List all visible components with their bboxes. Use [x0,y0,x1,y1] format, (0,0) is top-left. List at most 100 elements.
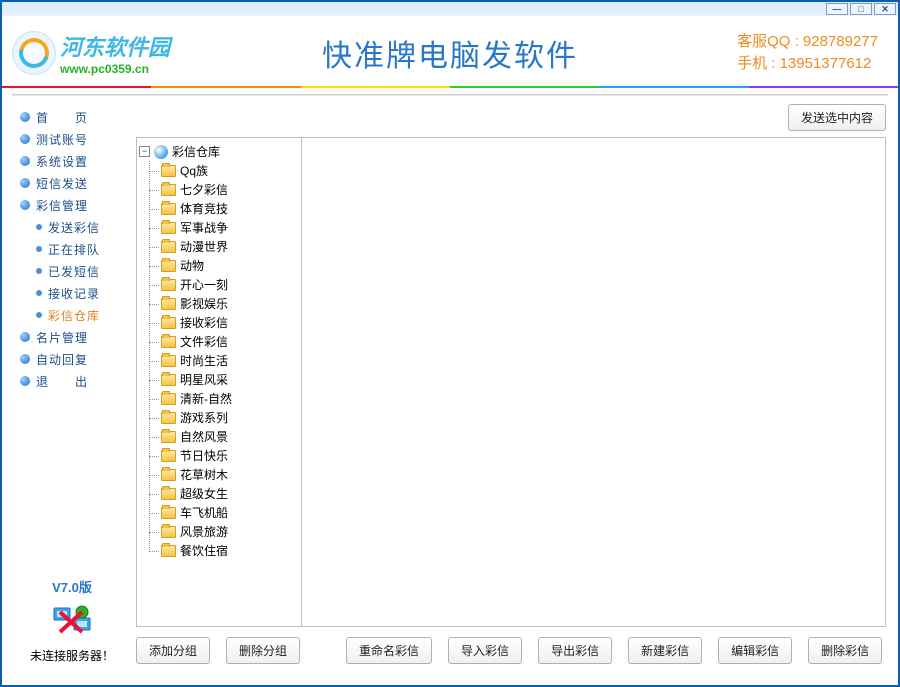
tree-item[interactable]: 七夕彩信 [161,180,299,199]
new-mms-button[interactable]: 新建彩信 [628,637,702,664]
tree-item[interactable]: 节日快乐 [161,446,299,465]
folder-icon [161,222,176,234]
tree-item[interactable]: 自然风景 [161,427,299,446]
header: 河东软件园 www.pc0359.cn 快准牌电脑发软件 客服QQ : 9287… [2,16,898,86]
folder-icon [161,526,176,538]
minimize-button[interactable]: — [826,3,848,15]
tree-item-label: 体育竞技 [180,200,228,217]
tree-item-label: 时尚生活 [180,352,228,369]
sidebar-item[interactable]: 发送彩信 [18,216,126,238]
sidebar-item[interactable]: 退 出 [18,370,126,392]
tree-item[interactable]: 文件彩信 [161,332,299,351]
sidebar-item[interactable]: 正在排队 [18,238,126,260]
bullet-icon [20,178,30,188]
folder-icon [161,336,176,348]
folder-icon [161,317,176,329]
tree-item-label: 清新-自然 [180,390,232,407]
sidebar-item[interactable]: 接收记录 [18,282,126,304]
send-selected-button[interactable]: 发送选中内容 [788,104,886,131]
sidebar-item-label: 短信发送 [36,175,88,192]
bullet-icon [20,376,30,386]
tree-item[interactable]: 车飞机船 [161,503,299,522]
bottom-toolbar: 添加分组 删除分组 重命名彩信 导入彩信 导出彩信 新建彩信 编辑彩信 删除彩信 [136,627,886,664]
sidebar-item[interactable]: 测试账号 [18,128,126,150]
sidebar-item[interactable]: 自动回复 [18,348,126,370]
app-title: 快准牌电脑发软件 [322,31,578,75]
tree-item-label: 接收彩信 [180,314,228,331]
sidebar-item-label: 接收记录 [48,285,100,302]
tree-item[interactable]: 影视娱乐 [161,294,299,313]
tree-item[interactable]: 超级女生 [161,484,299,503]
tree-item[interactable]: 开心一刻 [161,275,299,294]
tree-item-label: 花草树木 [180,466,228,483]
version-label: V7.0版 [18,577,126,602]
tree-item[interactable]: 花草树木 [161,465,299,484]
preview-pane [302,138,885,626]
bullet-icon [20,332,30,342]
tree-item-label: 明星风采 [180,371,228,388]
rename-mms-button[interactable]: 重命名彩信 [346,637,432,664]
tree-item-label: 自然风景 [180,428,228,445]
tree-item-label: 节日快乐 [180,447,228,464]
tree-item[interactable]: 明星风采 [161,370,299,389]
titlebar: — □ ✕ [2,2,898,16]
bullet-icon [20,156,30,166]
folder-icon [161,488,176,500]
connection-status-text: 未连接服务器！ [18,647,126,674]
import-mms-button[interactable]: 导入彩信 [448,637,522,664]
sidebar: 首 页测试账号系统设置短信发送彩信管理发送彩信正在排队已发短信接收记录彩信仓库名… [2,96,132,674]
watermark-title: 河东软件园 [60,30,170,62]
body: 首 页测试账号系统设置短信发送彩信管理发送彩信正在排队已发短信接收记录彩信仓库名… [2,96,898,674]
tree-item[interactable]: 动物 [161,256,299,275]
folder-icon [161,184,176,196]
sidebar-item[interactable]: 名片管理 [18,326,126,348]
sidebar-item[interactable]: 彩信管理 [18,194,126,216]
edit-mms-button[interactable]: 编辑彩信 [718,637,792,664]
tree-item[interactable]: 时尚生活 [161,351,299,370]
content-panel: − 彩信仓库 Qq族七夕彩信体育竞技军事战争动漫世界动物开心一刻影视娱乐接收彩信… [136,137,886,627]
tree-item[interactable]: 体育竞技 [161,199,299,218]
tree-item[interactable]: 清新-自然 [161,389,299,408]
folder-icon [161,374,176,386]
tree-item[interactable]: 动漫世界 [161,237,299,256]
tree-item-label: 动物 [180,257,204,274]
bullet-icon [20,200,30,210]
tree-item-label: 军事战争 [180,219,228,236]
sidebar-item-label: 彩信仓库 [48,307,100,324]
folder-icon [161,507,176,519]
tree-view[interactable]: − 彩信仓库 Qq族七夕彩信体育竞技军事战争动漫世界动物开心一刻影视娱乐接收彩信… [137,138,302,626]
close-button[interactable]: ✕ [874,3,896,15]
tree-item[interactable]: 军事战争 [161,218,299,237]
tree-item[interactable]: 游戏系列 [161,408,299,427]
folder-icon [161,279,176,291]
tree-item[interactable]: 餐饮住宿 [161,541,299,560]
logo-icon [12,31,56,75]
sidebar-item-label: 退 出 [36,373,88,390]
folder-icon [161,469,176,481]
sidebar-item[interactable]: 彩信仓库 [18,304,126,326]
delete-mms-button[interactable]: 删除彩信 [808,637,882,664]
rainbow-divider [2,86,898,88]
maximize-button[interactable]: □ [850,3,872,15]
tree-root[interactable]: − 彩信仓库 [139,142,299,161]
sidebar-item[interactable]: 已发短信 [18,260,126,282]
bullet-icon [20,112,30,122]
tree-item-label: 车飞机船 [180,504,228,521]
add-group-button[interactable]: 添加分组 [136,637,210,664]
bullet-icon [20,354,30,364]
tree-item[interactable]: 风景旅游 [161,522,299,541]
sidebar-item[interactable]: 系统设置 [18,150,126,172]
folder-icon [161,260,176,272]
sidebar-item[interactable]: 首 页 [18,106,126,128]
sidebar-item-label: 系统设置 [36,153,88,170]
export-mms-button[interactable]: 导出彩信 [538,637,612,664]
tree-item[interactable]: Qq族 [161,161,299,180]
contact-phone-value: 13951377612 [780,55,872,72]
globe-icon [154,145,168,159]
tree-item[interactable]: 接收彩信 [161,313,299,332]
folder-icon [161,431,176,443]
collapse-toggle-icon[interactable]: − [139,146,150,157]
contact-qq-label: 客服QQ : [737,33,799,50]
sidebar-item[interactable]: 短信发送 [18,172,126,194]
delete-group-button[interactable]: 删除分组 [226,637,300,664]
